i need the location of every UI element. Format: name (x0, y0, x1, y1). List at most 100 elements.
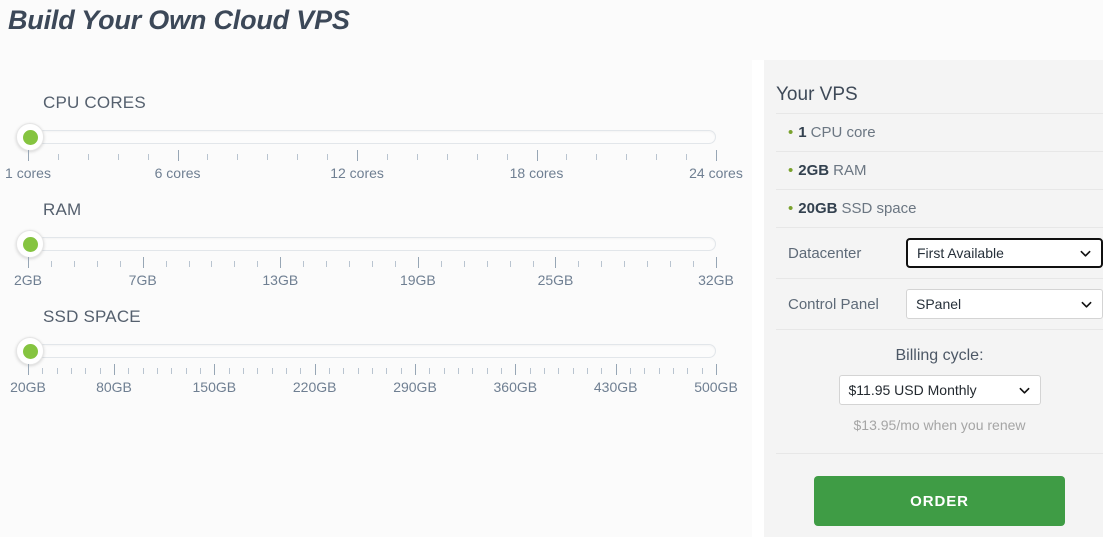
spec-label-cpu: CPU core (810, 124, 876, 141)
slider-tick (171, 368, 173, 374)
slider-tick (626, 154, 628, 160)
slider-tick (578, 261, 580, 267)
slider-tick (50, 261, 52, 267)
slider-configuration-area: CPU CORES 1 cores 6 cores 12 cores 18 cores… (0, 60, 752, 537)
order-button[interactable]: ORDER (814, 476, 1065, 526)
slider-tick-label: 6 cores (154, 165, 201, 181)
slider-tick-major (114, 364, 115, 375)
slider-tick (693, 261, 695, 267)
summary-panel-container: Your VPS • 1 CPU core • 2GB RAM • 20GB S… (752, 60, 1103, 537)
slider-tick (343, 368, 345, 374)
slider-track-ram[interactable] (28, 237, 716, 251)
billing-cycle-select[interactable]: $11.95 USD Monthly (838, 375, 1041, 405)
slider-handle-cpu-cores[interactable] (16, 123, 44, 151)
slider-tick-major (28, 364, 29, 375)
slider-tick-label: 13GB (262, 272, 299, 288)
slider-ticks-cpu-cores (28, 150, 717, 162)
slider-tick (630, 368, 631, 374)
slider-tick (207, 154, 209, 160)
slider-track-cpu-cores[interactable] (28, 130, 716, 144)
slider-tick (234, 261, 236, 267)
spec-value-cpu: 1 (798, 124, 807, 141)
slider-tick (237, 154, 239, 160)
slider-tick (357, 368, 359, 374)
slider-cpu-cores[interactable] (16, 123, 716, 151)
slider-tick (658, 368, 660, 374)
slider-tick (596, 154, 598, 160)
slider-tick (57, 154, 59, 160)
control-panel-select[interactable]: SPanel (906, 289, 1103, 319)
slider-tick (211, 261, 213, 267)
bullet-icon: • (788, 162, 794, 179)
slider-tick-label: 20GB (10, 379, 46, 395)
slider-ssd-space[interactable] (16, 337, 716, 365)
billing-cycle-block: Billing cycle: $11.95 USD Monthly $13.95… (776, 330, 1103, 454)
slider-tick (472, 368, 474, 374)
slider-tick (286, 368, 287, 374)
slider-label-ram: RAM (43, 200, 82, 219)
slider-tick (243, 368, 244, 374)
option-row-control-panel: Control Panel SPanel (776, 279, 1103, 330)
slider-tick-major (177, 150, 179, 161)
slider-ram[interactable] (16, 230, 716, 258)
slider-tick (400, 368, 402, 374)
slider-tick-label: 290GB (393, 379, 437, 395)
spec-row-ssd: • 20GB SSD space (776, 190, 1103, 228)
slider-tick (99, 368, 101, 374)
slider-tick-major (28, 150, 29, 161)
chevron-down-icon (1080, 248, 1091, 259)
slider-tick-label: 80GB (96, 379, 132, 395)
slider-tick (501, 368, 502, 374)
spec-value-ram: 2GB (798, 162, 830, 179)
slider-tick (386, 368, 388, 374)
slider-tick-major (615, 364, 617, 375)
summary-title: Your VPS (776, 84, 858, 105)
slider-tick (257, 368, 259, 374)
slider-tick (647, 261, 649, 267)
slider-tick (476, 154, 478, 160)
control-panel-select-value: SPanel (916, 296, 962, 312)
option-label-control-panel: Control Panel (788, 295, 879, 313)
slider-tick (686, 154, 688, 160)
slider-tick (165, 261, 167, 267)
slider-tick-major (515, 364, 517, 375)
slider-tick-label: 360GB (493, 379, 538, 395)
slider-tick-labels-ssd-space: 20GB 80GB 150GB 220GB 290GB 360GB 430GB 500GB (0, 379, 752, 399)
slider-tick (329, 368, 330, 374)
slider-ticks-ssd-space (28, 364, 717, 376)
chevron-down-icon (1019, 385, 1030, 396)
slider-tick (509, 261, 511, 267)
page-title: Build Your Own Cloud VPS (8, 5, 350, 35)
spec-label-ssd: SSD space (841, 200, 917, 217)
slider-tick-label: 25GB (537, 272, 574, 288)
slider-tick (42, 368, 44, 374)
slider-handle-ram[interactable] (16, 230, 44, 258)
slider-tick (416, 154, 418, 160)
slider-handle-ssd-space[interactable] (16, 337, 44, 365)
slider-tick (687, 368, 689, 374)
datacenter-select[interactable]: First Available (906, 238, 1103, 268)
slider-tick (303, 261, 305, 267)
slider-tick (587, 368, 588, 374)
slider-tick (486, 261, 488, 267)
renewal-price-note: $13.95/mo when you renew (853, 417, 1026, 433)
slider-tick-major (555, 257, 557, 268)
slider-tick (386, 154, 388, 160)
slider-tick-label: 19GB (399, 272, 436, 288)
slider-tick-labels-ram: 2GB 7GB 13GB 19GB 25GB 32GB (0, 272, 752, 292)
slider-tick-major (716, 364, 717, 375)
option-row-datacenter: Datacenter First Available (776, 228, 1103, 279)
slider-tick (673, 368, 674, 374)
slider-track-ssd-space[interactable] (28, 344, 716, 358)
order-button-container: ORDER (776, 454, 1103, 526)
slider-tick (96, 261, 98, 267)
slider-tick-major (536, 150, 538, 161)
spec-value-ssd: 20GB (798, 200, 838, 217)
slider-tick (119, 261, 121, 267)
bullet-icon: • (788, 200, 794, 217)
slider-tick-major (280, 257, 282, 268)
slider-tick-label: 7GB (128, 272, 157, 288)
datacenter-select-value: First Available (917, 245, 1004, 261)
slider-tick-label: 220GB (292, 379, 337, 395)
slider-tick (372, 368, 373, 374)
